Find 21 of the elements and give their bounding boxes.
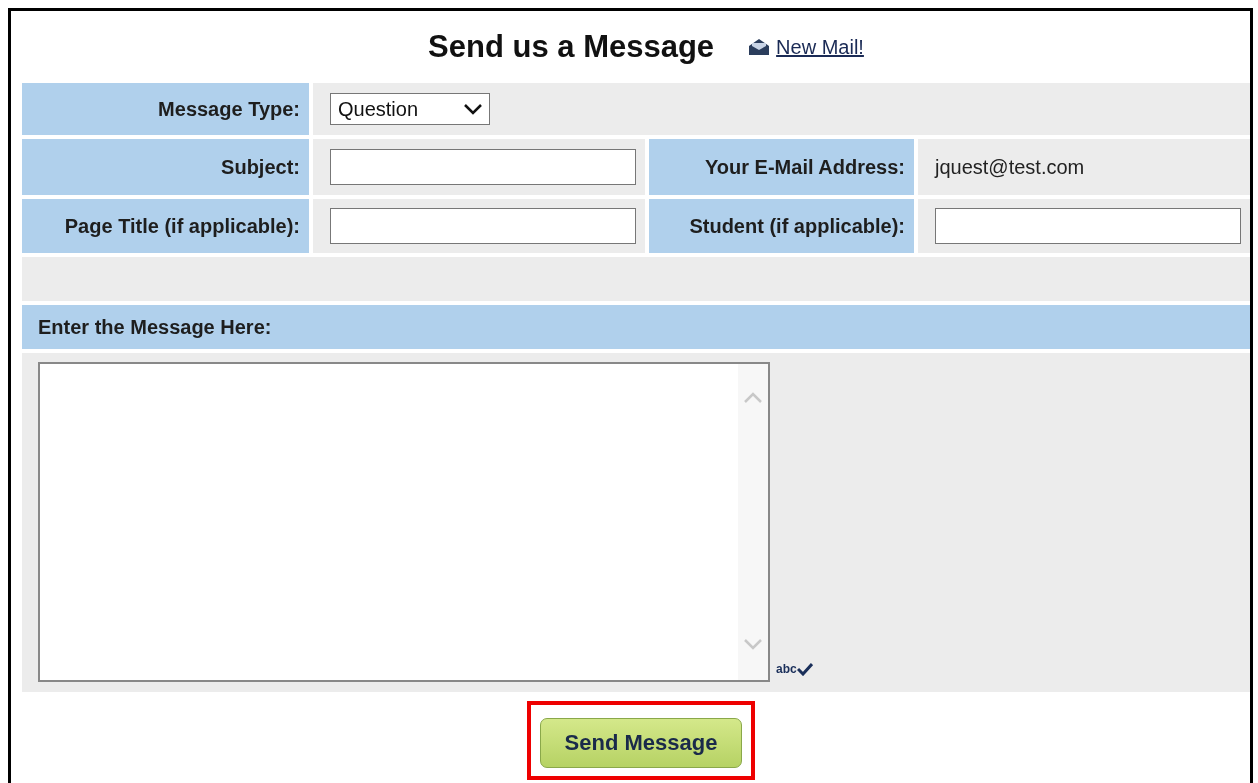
student-field[interactable]	[935, 208, 1241, 244]
scroll-up-icon	[743, 392, 763, 404]
new-mail-link[interactable]: New Mail!	[748, 35, 864, 59]
field-label: Student (if applicable):	[649, 199, 914, 253]
field-label: Subject:	[22, 139, 309, 195]
chevron-down-icon	[463, 103, 483, 115]
field-label: Page Title (if applicable):	[22, 199, 309, 253]
checkmark-icon	[796, 662, 813, 676]
message-field[interactable]	[38, 362, 770, 682]
email-value: jquest@test.com	[935, 155, 1085, 179]
scroll-down-icon	[743, 638, 763, 650]
message-type-dropdown[interactable]: Question	[330, 93, 490, 125]
field-label: Your E-Mail Address:	[649, 139, 914, 195]
section-label: Enter the Message Here:	[22, 305, 1250, 349]
field-label: Message Type:	[22, 83, 309, 135]
page-title-field[interactable]	[330, 208, 636, 244]
subject-field[interactable]	[330, 149, 636, 185]
send-message-button[interactable]: Send Message	[540, 718, 742, 768]
spellcheck-button[interactable]: abc	[776, 662, 813, 676]
page-title: Send us a Message	[428, 29, 715, 65]
envelope-icon	[748, 38, 771, 56]
